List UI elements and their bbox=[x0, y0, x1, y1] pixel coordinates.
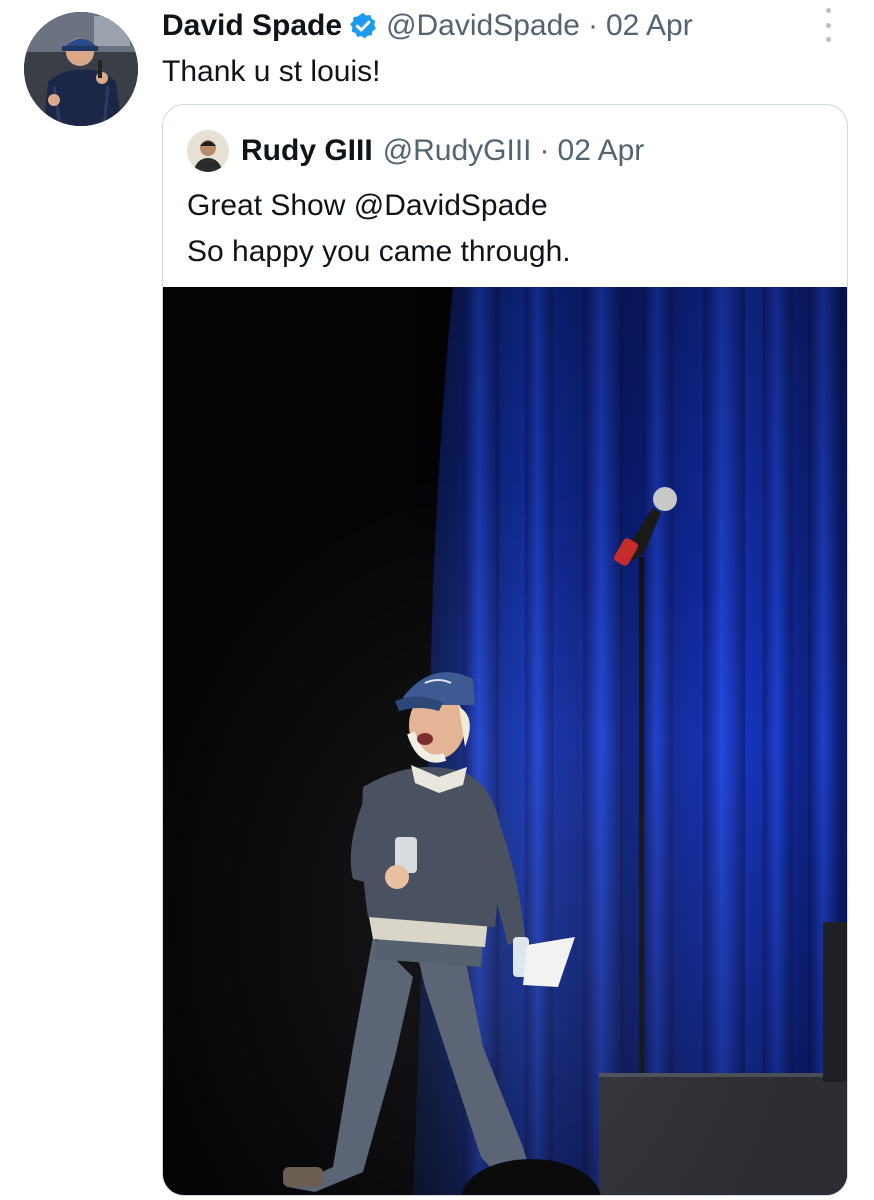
more-dot bbox=[825, 8, 831, 13]
quoted-author-avatar bbox=[187, 130, 229, 172]
quoted-author-handle: @RudyGIII bbox=[382, 134, 532, 167]
tweet-header: David Spade @DavidSpade · 02 Apr bbox=[162, 6, 693, 46]
quoted-tweet-header: Rudy GIII @RudyGIII · 02 Apr bbox=[187, 129, 644, 173]
quoted-header-separator: · bbox=[539, 134, 550, 167]
author-avatar[interactable] bbox=[24, 12, 138, 126]
quoted-tweet-line: Great Show @DavidSpade bbox=[187, 189, 548, 222]
quoted-tweet-text: Great Show @DavidSpade So happy you came… bbox=[187, 183, 571, 275]
more-dot bbox=[825, 37, 831, 42]
author-name[interactable]: David Spade bbox=[162, 6, 342, 46]
tweet-text: Thank u st louis! bbox=[162, 55, 381, 88]
author-handle[interactable]: @DavidSpade bbox=[386, 6, 580, 46]
quoted-tweet-line: So happy you came through. bbox=[187, 235, 571, 268]
tweet-date[interactable]: 02 Apr bbox=[606, 6, 693, 46]
quoted-tweet-photo[interactable] bbox=[163, 287, 847, 1195]
more-dot bbox=[825, 22, 831, 28]
verified-badge-icon bbox=[348, 11, 378, 41]
more-vertical-icon[interactable] bbox=[818, 8, 838, 42]
quoted-tweet[interactable]: Rudy GIII @RudyGIII · 02 Apr Great Show … bbox=[162, 104, 848, 1196]
quoted-tweet-date: 02 Apr bbox=[557, 134, 645, 167]
quoted-author-name: Rudy GIII bbox=[241, 134, 373, 167]
header-separator: · bbox=[587, 9, 598, 42]
tweet[interactable]: David Spade @DavidSpade · 02 Apr Thank u… bbox=[0, 0, 874, 1200]
